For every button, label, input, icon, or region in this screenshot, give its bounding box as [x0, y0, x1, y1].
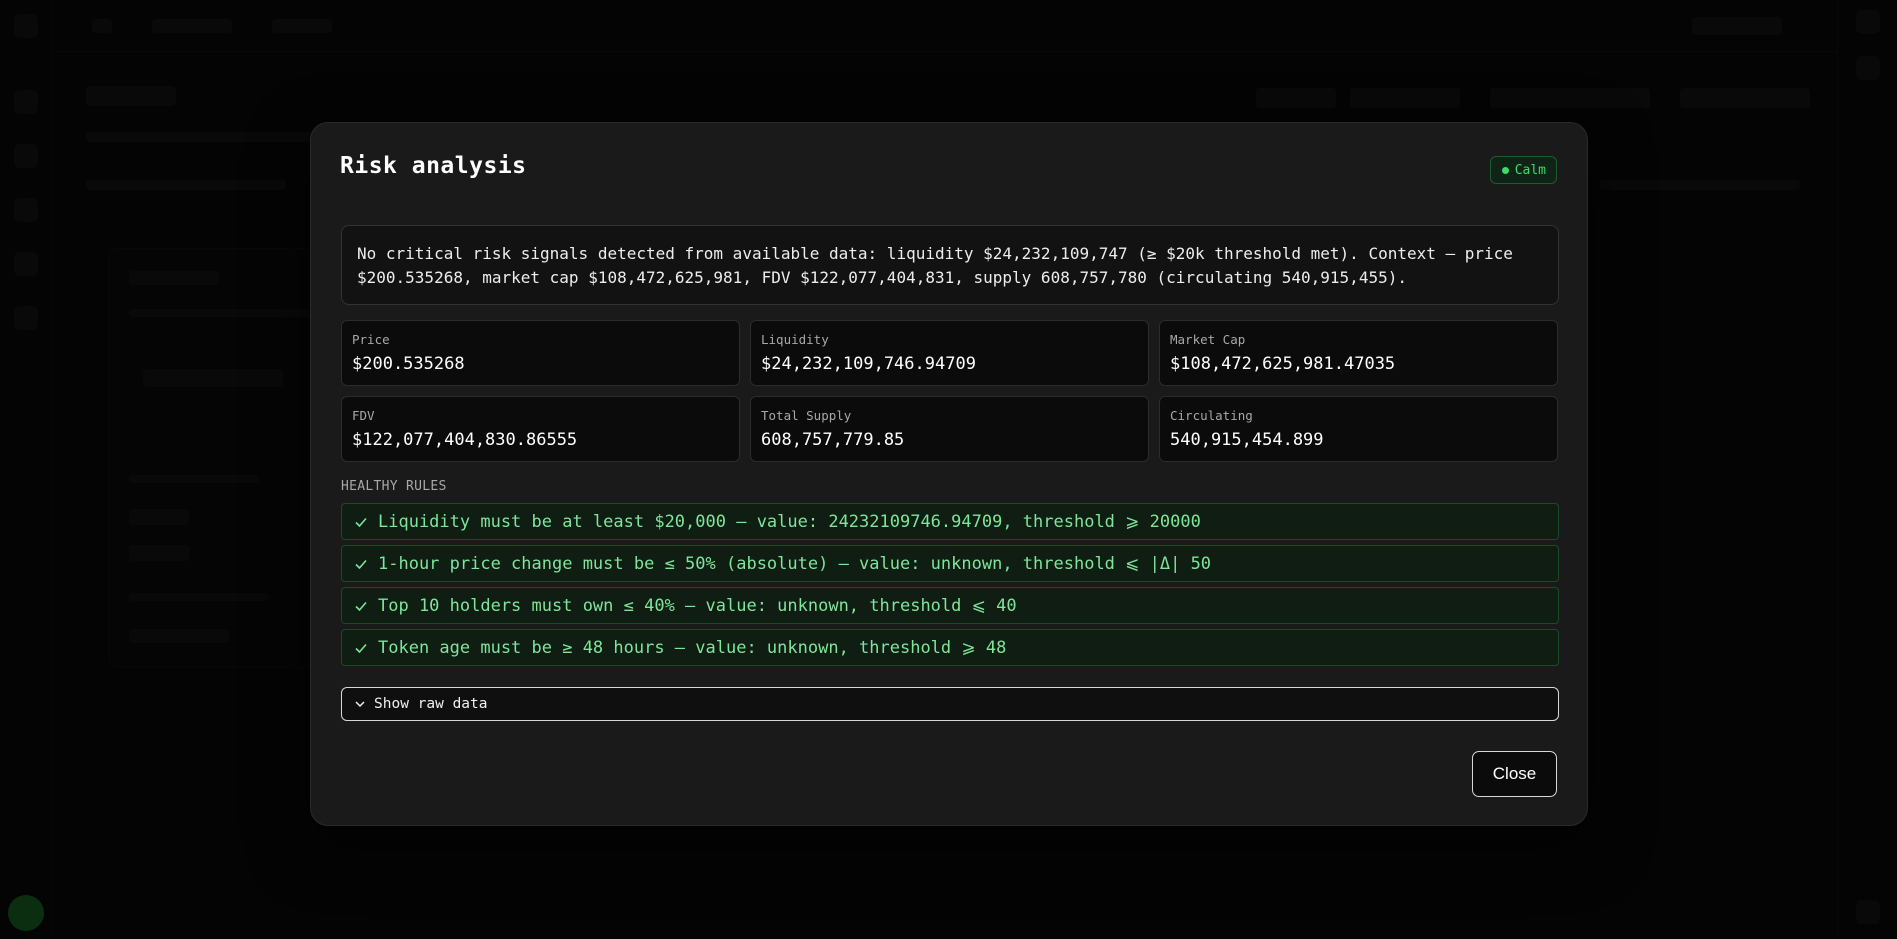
- modal-title: Risk analysis: [340, 153, 527, 179]
- status-label: Calm: [1514, 162, 1546, 178]
- rule-item: 1-hour price change must be ≤ 50% (absol…: [341, 545, 1559, 582]
- check-icon: [355, 601, 367, 611]
- rule-item: Liquidity must be at least $20,000 — val…: [341, 503, 1559, 540]
- stat-card-circulating: Circulating 540,915,454.899: [1159, 396, 1558, 462]
- stat-card-liquidity: Liquidity $24,232,109,746.94709: [750, 320, 1149, 386]
- status-badge: Calm: [1489, 156, 1557, 184]
- stat-value: $108,472,625,981.47035: [1170, 354, 1396, 374]
- stat-card-fdv: FDV $122,077,404,830.86555: [341, 396, 740, 462]
- stat-card-price: Price $200.535268: [341, 320, 740, 386]
- close-button[interactable]: Close: [1472, 751, 1557, 797]
- status-dot-icon: [1501, 166, 1509, 174]
- stat-label: Market Cap: [1170, 332, 1246, 347]
- stat-value: 608,757,779.85: [761, 430, 905, 450]
- check-icon: [355, 643, 367, 653]
- rule-text: Liquidity must be at least $20,000 — val…: [378, 511, 1201, 532]
- rules-heading: HEALTHY RULES: [341, 479, 447, 494]
- stats-grid: Price $200.535268 Liquidity $24,232,109,…: [341, 320, 1559, 462]
- show-raw-data-toggle[interactable]: Show raw data: [341, 687, 1559, 721]
- stat-label: Liquidity: [761, 332, 829, 347]
- rule-text: Top 10 holders must own ≤ 40% — value: u…: [378, 595, 1017, 616]
- toggle-label: Show raw data: [374, 696, 488, 712]
- chevron-down-icon: [355, 701, 365, 708]
- stat-value: $24,232,109,746.94709: [761, 354, 976, 374]
- rule-item: Top 10 holders must own ≤ 40% — value: u…: [341, 587, 1559, 624]
- check-icon: [355, 559, 367, 569]
- stat-card-market-cap: Market Cap $108,472,625,981.47035: [1159, 320, 1558, 386]
- stat-label: Total Supply: [761, 408, 852, 423]
- stat-card-total-supply: Total Supply 608,757,779.85: [750, 396, 1149, 462]
- stat-label: Price: [352, 332, 390, 347]
- stat-label: Circulating: [1170, 408, 1253, 423]
- rule-item: Token age must be ≥ 48 hours — value: un…: [341, 629, 1559, 666]
- rules-list: Liquidity must be at least $20,000 — val…: [341, 503, 1559, 671]
- stat-value: $200.535268: [352, 354, 465, 374]
- check-icon: [355, 517, 367, 527]
- rule-text: 1-hour price change must be ≤ 50% (absol…: [378, 553, 1212, 574]
- risk-summary: No critical risk signals detected from a…: [341, 225, 1559, 305]
- rule-text: Token age must be ≥ 48 hours — value: un…: [378, 637, 1007, 658]
- stat-label: FDV: [352, 408, 375, 423]
- risk-analysis-modal: Risk analysis Calm No critical risk sign…: [310, 122, 1588, 826]
- stat-value: 540,915,454.899: [1170, 430, 1324, 450]
- stat-value: $122,077,404,830.86555: [352, 430, 578, 450]
